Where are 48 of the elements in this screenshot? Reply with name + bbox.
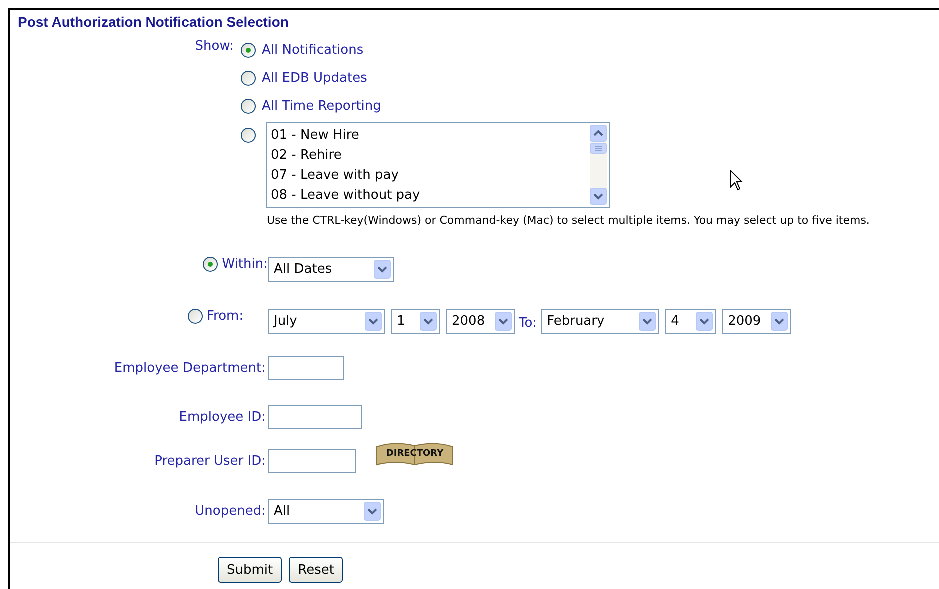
- radio-button[interactable]: [241, 128, 256, 143]
- chevron-down-icon: [374, 260, 391, 279]
- field-label: To:: [519, 315, 538, 331]
- field-label: Preparer User ID:: [154, 454, 267, 468]
- list-item[interactable]: 01 - New Hire: [271, 126, 588, 146]
- dropdown[interactable]: 2009: [722, 309, 792, 334]
- input-field[interactable]: [268, 449, 356, 473]
- field-label: Show:: [194, 38, 235, 56]
- chevron-down-icon: [364, 502, 381, 521]
- chevron-down-icon: [420, 312, 437, 331]
- form-button[interactable]: Reset: [289, 557, 344, 583]
- radio-button[interactable]: [241, 42, 256, 58]
- option-label: All EDB Updates: [262, 70, 368, 86]
- radio-button[interactable]: [203, 257, 218, 272]
- chevron-down-icon: [771, 312, 788, 331]
- dropdown[interactable]: All: [268, 499, 384, 524]
- directory-button[interactable]: DIRECTORY: [375, 441, 455, 467]
- field-label: Unopened:: [194, 504, 267, 519]
- list-item[interactable]: 07 - Leave with pay: [271, 166, 588, 186]
- dropdown[interactable]: All Dates: [268, 257, 394, 282]
- chevron-down-icon: [365, 312, 382, 331]
- field-label: Employee Department:: [113, 360, 267, 376]
- dropdown[interactable]: July: [268, 309, 385, 334]
- scrollbar[interactable]: [590, 125, 607, 205]
- chevron-down-icon: [696, 312, 714, 331]
- list-item[interactable]: 02 - Rehire: [271, 146, 588, 166]
- field-label: Employee ID:: [178, 410, 267, 424]
- field-label: From:: [207, 309, 244, 324]
- list-box[interactable]: 01 - New Hire 02 - Rehire 07 - Leave with pay 08 - Leave without pay: [266, 122, 610, 208]
- dropdown[interactable]: 4: [665, 309, 716, 334]
- list-item[interactable]: 08 - Leave without pay: [271, 186, 588, 206]
- page-title: Post Authorization Notification Selection: [18, 14, 290, 30]
- dropdown[interactable]: February: [541, 309, 660, 334]
- option-label: All Time Reporting: [262, 98, 382, 114]
- radio-button[interactable]: [188, 309, 203, 324]
- chevron-down-icon: [639, 312, 656, 331]
- field-label: Within:: [222, 257, 268, 272]
- form-button[interactable]: Submit: [218, 557, 282, 583]
- dropdown[interactable]: 1: [391, 309, 440, 334]
- option-label: All Notifications: [262, 42, 364, 58]
- radio-button[interactable]: [241, 70, 256, 86]
- input-field[interactable]: [268, 356, 344, 380]
- help-text: Use the CTRL-key(Windows) or Command-key (Mac) to select multiple items. You may select up to five items.: [267, 214, 870, 227]
- chevron-down-icon: [495, 312, 512, 331]
- input-field[interactable]: [268, 405, 362, 429]
- radio-button[interactable]: [241, 98, 256, 114]
- mouse-pointer-icon: [730, 170, 744, 192]
- dropdown[interactable]: 2008: [446, 309, 515, 334]
